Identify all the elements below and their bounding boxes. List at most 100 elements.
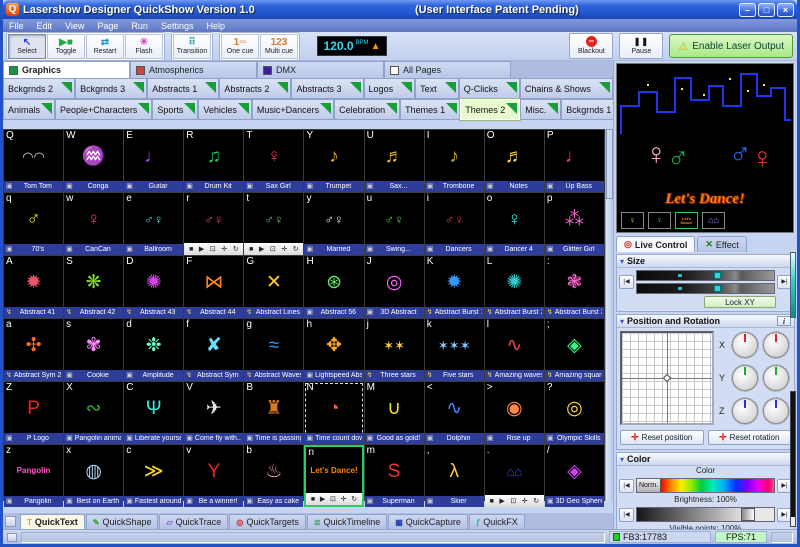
dropdown-triangle-icon[interactable] [238,103,249,114]
cue-amazing-squares[interactable]: ;◈↯Amazing squares [545,319,604,381]
toolbar-multi-cue-button[interactable]: 123Multi cue [260,34,298,59]
dropdown-triangle-icon[interactable] [184,103,195,114]
category-tab-logos[interactable]: Logos [364,78,416,99]
play-icon[interactable]: ▶ [259,246,264,253]
maximize-button[interactable]: □ [758,3,775,17]
dropdown-triangle-icon[interactable] [350,82,361,93]
cue-cancan[interactable]: w♀▣CanCan [64,193,123,255]
dropdown-triangle-icon[interactable] [547,103,558,114]
category-tab-vehicles[interactable]: Vehicles [198,99,252,120]
window-icon[interactable]: ⊡ [330,496,336,503]
size-x-slider[interactable] [636,270,775,281]
menu-run[interactable]: Run [131,21,148,31]
category-tab-text[interactable]: Text [415,78,459,99]
cue-sax-girl[interactable]: T♀▣Sax Girl [244,130,303,192]
cue-playing-13[interactable]: r♂♀■▶⊡✛↻ [184,193,243,255]
cue-abstract-44[interactable]: F⋈↯Abstract 44 [184,256,243,318]
color-spectrum[interactable] [661,479,774,492]
menu-settings[interactable]: Settings [161,21,194,31]
tab-effect[interactable]: ✕ Effect [697,236,746,252]
pause-button[interactable]: ❚❚ Pause [619,33,663,59]
dropdown-triangle-icon[interactable] [599,82,610,93]
category-tab-bckgrnds-2[interactable]: Bckgrnds 2 [3,78,75,99]
page-tab-atmospherics[interactable]: Atmospherics [130,61,257,78]
cue-lightspeed-abs[interactable]: h✥▣Lightspeed Abs [304,319,363,381]
window-icon[interactable]: ⊡ [210,246,216,253]
category-tab-themes-2[interactable]: Themes 2 [460,99,520,120]
stop-icon[interactable]: ■ [249,246,253,253]
tab-quickshape[interactable]: ✎QuickShape [86,514,159,529]
cue-notes[interactable]: O♬▣Notes [485,130,544,192]
tab-quickcapture[interactable]: ▦QuickCapture [388,514,468,529]
cue-conga[interactable]: W♒▣Conga [64,130,123,192]
cue-time-count-down[interactable]: N◔▣Time count down [304,382,363,444]
preview-mini-4[interactable]: ⌂⌂ [702,212,725,229]
category-tab-chains-shows[interactable]: Chains & Shows [520,78,613,99]
brightness-vertical-slider[interactable] [790,391,796,527]
cue-superman[interactable]: mS▣Superman [365,445,424,507]
dropdown-triangle-icon[interactable] [277,82,288,93]
category-tab-misc[interactable]: Misc. [520,99,561,120]
cue-abstract-56[interactable]: H⊛▣Abstract 56 [304,256,363,318]
position-marker[interactable] [663,374,671,382]
cue-skier[interactable]: ,λ▣Skier [425,445,484,507]
stop-icon[interactable]: ■ [490,498,494,505]
position-knob-y[interactable] [732,365,758,391]
size-vertical-slider[interactable] [790,252,796,318]
category-tab-q-clicks[interactable]: Q-Clicks [459,78,520,99]
cue-pangolin[interactable]: zPangolin▣Pangolin [4,445,63,507]
cue-tom-tom[interactable]: Q◠◠▣Tom Tom [4,130,63,192]
cue-easy-as-cake[interactable]: b♨▣Easy as cake [244,445,303,507]
cue-married[interactable]: y♂♀▣Married [304,193,363,255]
cue-3d-abstract[interactable]: J◎▣3D Abstract [365,256,424,318]
cue-playing-14[interactable]: t♂♀■▶⊡✛↻ [244,193,303,255]
position-pad[interactable] [620,331,714,425]
toolbar-transition-button[interactable]: ⠿Transition [173,34,211,59]
dropdown-triangle-icon[interactable] [320,103,331,114]
cue-time-is-passing[interactable]: B♜▣Time is passing [244,382,303,444]
bpm-display[interactable]: 120.0 BPM ▲ [317,36,387,56]
category-tab-people-characters[interactable]: People+Characters [55,99,152,120]
cue-abstract-sym[interactable]: f✘↯Abstract Sym [184,319,243,381]
cue-ballroom[interactable]: e♂♀▣Ballroom [124,193,183,255]
move-icon[interactable]: ✛ [221,246,227,253]
cue-let-s-dance[interactable]: nLet's Dance!■▶⊡✛↻ [304,445,363,507]
move-icon[interactable]: ✛ [341,496,347,503]
brightness-handle[interactable] [741,508,755,521]
rotate-icon[interactable]: ↻ [351,496,357,503]
preview-mini-1[interactable]: ♀ [621,212,644,229]
menu-view[interactable]: View [65,21,84,31]
cue-olympic-skills[interactable]: ?◎▣Olympic Skills [545,382,604,444]
category-tab-music-dancers[interactable]: Music+Dancers [252,99,334,120]
cue-three-stars[interactable]: j✶✶↯Three stars [365,319,424,381]
tab-quicktimeline[interactable]: ≣QuickTimeline [307,514,387,529]
rotation-knob-x[interactable] [763,332,789,358]
cue-abstract-sym-2[interactable]: a✣↯Abstract Sym 2 [4,319,63,381]
preview-mini-3[interactable]: Let's Dance [675,212,698,229]
stop-icon[interactable]: ■ [189,246,193,253]
cue-up-bass[interactable]: P♩▣Up Bass [545,130,604,192]
toolbar-one-cue-button[interactable]: 1▫▫One cue [221,34,259,59]
close-button[interactable]: × [777,3,794,17]
cue-be-a-winner[interactable]: vΥ▣Be a winner! [184,445,243,507]
size-y-handle[interactable] [714,285,721,292]
tab-quicktargets[interactable]: ◎QuickTargets [229,514,306,529]
cue-pangolin-animal[interactable]: X∾▣Pangolin animal [64,382,123,444]
cue-fastest-around[interactable]: c≫▣Fastest around [124,445,183,507]
dropdown-triangle-icon[interactable] [41,103,52,114]
reset-rotation-button[interactable]: ✛ Reset rotation [708,430,792,445]
minimize-button[interactable]: – [739,3,756,17]
size-y-slider[interactable] [636,283,775,294]
reset-position-button[interactable]: ✛ Reset position [620,430,704,445]
dropdown-triangle-icon[interactable] [506,103,517,114]
cue-abstract-waves[interactable]: g≈↯Abstract Waves [244,319,303,381]
cue-rise-up[interactable]: >◉▣Rise up [485,382,544,444]
cue-abstract-burst-3[interactable]: :❃↯Abstract Burst 3 [545,256,604,318]
brightness-slider[interactable] [636,507,775,522]
rotate-icon[interactable]: ↻ [533,498,539,505]
page-tab-dmx[interactable]: DMX [257,61,384,78]
cue-guitar[interactable]: E♩▣Guitar [124,130,183,192]
preview-mini-2[interactable]: ♀ [648,212,671,229]
cue-dancers[interactable]: i♂♀▣Dancers [425,193,484,255]
position-knob-x[interactable] [732,332,758,358]
